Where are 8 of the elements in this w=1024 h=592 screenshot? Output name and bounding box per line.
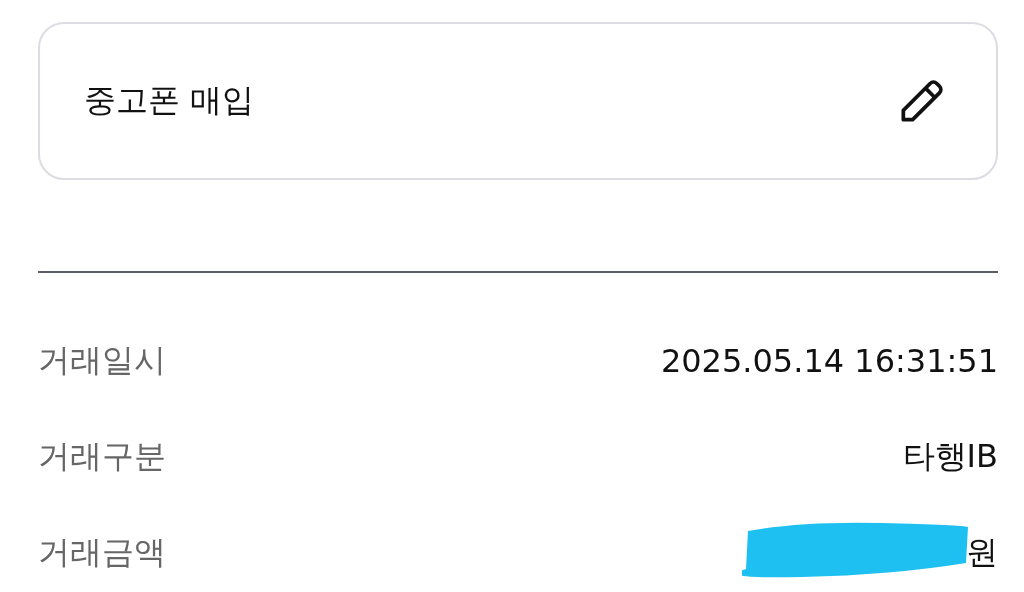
detail-label: 거래구분	[38, 436, 166, 477]
detail-value: 타행IB	[902, 436, 998, 477]
detail-value: 2025.05.14 16:31:51	[660, 342, 998, 380]
detail-label: 거래금액	[38, 532, 166, 573]
detail-label: 거래일시	[38, 340, 166, 381]
memo-text: 중고폰 매입	[84, 80, 255, 121]
detail-value: 원	[966, 532, 998, 573]
memo-card[interactable]: 중고폰 매입	[38, 22, 998, 180]
